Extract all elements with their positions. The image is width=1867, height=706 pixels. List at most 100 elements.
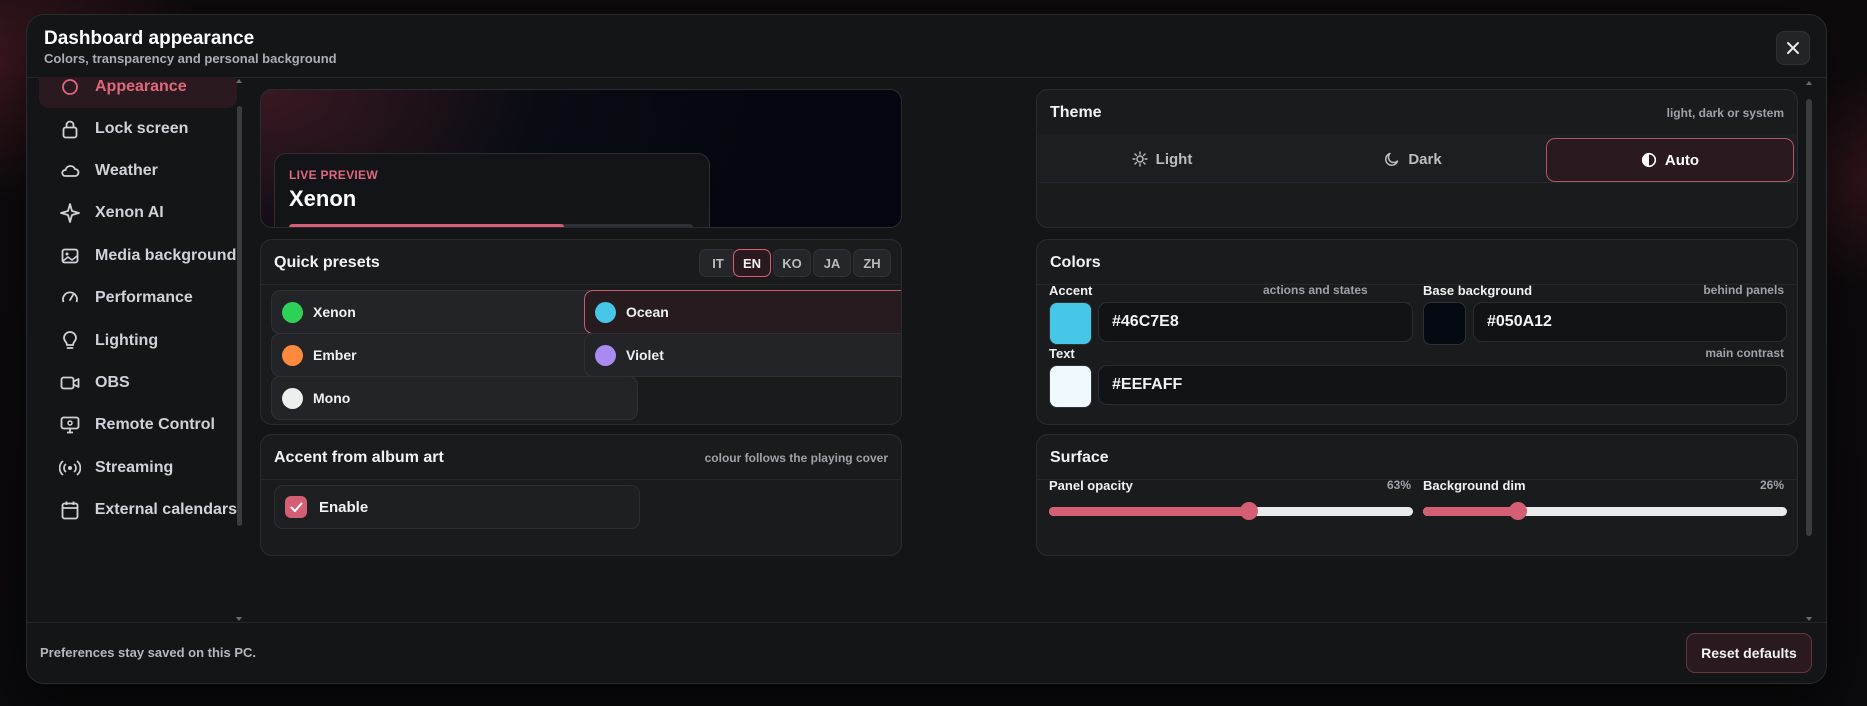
text-color-hex-input[interactable]: #EEFAFF bbox=[1098, 365, 1787, 405]
live-preview-progress bbox=[289, 224, 693, 227]
base-background-label: Base background bbox=[1423, 283, 1533, 298]
accent-hex-input[interactable]: #46C7E8 bbox=[1098, 302, 1413, 342]
sidebar-item-xenon-ai[interactable]: Xenon AI bbox=[39, 192, 237, 234]
theme-dark-button[interactable]: Dark bbox=[1290, 138, 1536, 180]
checkbox-checked[interactable] bbox=[285, 496, 307, 518]
reset-defaults-button[interactable]: Reset defaults bbox=[1686, 633, 1812, 673]
sidebar-item-external-calendars[interactable]: External calendars bbox=[39, 489, 237, 531]
album-accent-header: Accent from album art colour follows the… bbox=[261, 435, 901, 480]
gauge-icon bbox=[59, 287, 81, 309]
theme-header: Theme light, dark or system bbox=[1037, 90, 1797, 134]
sidebar-scroll-up-arrow[interactable] bbox=[236, 79, 242, 83]
surface-card: Surface Panel opacity 63% Background dim… bbox=[1036, 434, 1798, 556]
slider-thumb[interactable] bbox=[1240, 502, 1259, 520]
theme-auto-button[interactable]: Auto bbox=[1546, 138, 1794, 182]
monitor-icon bbox=[59, 414, 81, 436]
dialog-header: Dashboard appearance Colors, transparenc… bbox=[27, 15, 1826, 78]
image-icon bbox=[59, 245, 81, 267]
preset-label: Ocean bbox=[626, 304, 669, 320]
preset-violet[interactable]: Violet bbox=[584, 333, 901, 377]
enable-label: Enable bbox=[319, 498, 369, 516]
palette-icon bbox=[59, 77, 81, 98]
theme-hint: light, dark or system bbox=[1666, 106, 1784, 120]
lang-zh-button[interactable]: ZH bbox=[853, 249, 891, 277]
sparkle-icon bbox=[59, 202, 81, 224]
sidebar-item-appearance[interactable]: Appearance bbox=[39, 77, 237, 108]
main-scroll-up-arrow[interactable] bbox=[1806, 81, 1812, 85]
live-preview-card: LIVE PREVIEW Xenon bbox=[260, 89, 902, 228]
theme-card: Theme light, dark or system Light Dark A… bbox=[1036, 89, 1798, 228]
text-color-swatch[interactable] bbox=[1049, 365, 1092, 408]
main-scrollbar[interactable] bbox=[1806, 99, 1812, 536]
sidebar-item-label: Xenon AI bbox=[95, 204, 164, 221]
close-icon bbox=[1787, 42, 1799, 54]
sidebar-item-lighting[interactable]: Lighting bbox=[39, 320, 237, 362]
preset-label: Ember bbox=[313, 347, 357, 363]
preset-label: Violet bbox=[626, 347, 664, 363]
theme-light-button[interactable]: Light bbox=[1039, 138, 1285, 180]
lang-en-button[interactable]: EN bbox=[733, 249, 771, 277]
album-accent-enable-toggle[interactable]: Enable bbox=[274, 485, 640, 529]
colors-title: Colors bbox=[1050, 254, 1101, 271]
base-background-hex-input[interactable]: #050A12 bbox=[1473, 302, 1787, 342]
main-scroll-down-arrow[interactable] bbox=[1806, 617, 1812, 621]
footer-note: Preferences stay saved on this PC. bbox=[40, 645, 257, 660]
sidebar-item-remote-control[interactable]: Remote Control bbox=[39, 404, 237, 446]
sidebar-item-label: Appearance bbox=[95, 78, 187, 95]
live-preview-progress-fill bbox=[289, 224, 564, 227]
slider-thumb[interactable] bbox=[1508, 502, 1527, 520]
sidebar-item-label: Lock screen bbox=[95, 120, 189, 137]
theme-light-label: Light bbox=[1155, 150, 1193, 168]
colors-card: Colors Accent actions and states #46C7E8… bbox=[1036, 239, 1798, 425]
slider-fill bbox=[1423, 507, 1518, 516]
close-button[interactable] bbox=[1776, 31, 1810, 65]
calendar-icon bbox=[59, 499, 81, 521]
sidebar-item-label: Weather bbox=[95, 162, 158, 179]
sidebar-item-streaming[interactable]: Streaming bbox=[39, 447, 237, 489]
panel-opacity-slider[interactable] bbox=[1049, 502, 1413, 520]
cloud-icon bbox=[59, 160, 81, 182]
sidebar-item-label: Remote Control bbox=[95, 416, 215, 433]
panel-opacity-value: 63% bbox=[1387, 478, 1412, 492]
preset-mono[interactable]: Mono bbox=[271, 376, 638, 420]
album-accent-title: Accent from album art bbox=[274, 449, 444, 466]
preset-color-dot bbox=[282, 387, 303, 409]
theme-dark-label: Dark bbox=[1408, 150, 1442, 168]
base-background-hint: behind panels bbox=[1703, 283, 1784, 297]
preset-ember[interactable]: Ember bbox=[271, 333, 638, 377]
sidebar-item-label: Media background bbox=[95, 247, 237, 264]
theme-segmented-control: Light Dark Auto bbox=[1038, 134, 1796, 183]
settings-sidebar: Appearance Lock screen Weather Xenon AI … bbox=[39, 77, 245, 623]
dialog-footer: Preferences stay saved on this PC. Reset… bbox=[27, 622, 1826, 683]
check-icon bbox=[290, 502, 302, 512]
preset-xenon[interactable]: Xenon bbox=[271, 290, 638, 334]
preset-ocean[interactable]: Ocean bbox=[584, 290, 901, 334]
sidebar-item-lock-screen[interactable]: Lock screen bbox=[39, 108, 237, 150]
moon-icon bbox=[1385, 152, 1399, 166]
dialog-title: Dashboard appearance bbox=[44, 28, 255, 49]
lock-icon bbox=[59, 118, 81, 140]
sidebar-scrollbar[interactable] bbox=[237, 106, 242, 526]
preset-color-dot bbox=[595, 344, 616, 366]
sidebar-item-performance[interactable]: Performance bbox=[39, 277, 237, 319]
sidebar-item-media-background[interactable]: Media background bbox=[39, 235, 237, 277]
sidebar-item-obs[interactable]: OBS bbox=[39, 362, 237, 404]
album-accent-card: Accent from album art colour follows the… bbox=[260, 434, 902, 556]
sidebar-scroll-down-arrow[interactable] bbox=[236, 617, 242, 621]
sidebar-item-weather[interactable]: Weather bbox=[39, 150, 237, 192]
lang-it-button[interactable]: IT bbox=[699, 249, 737, 277]
base-background-color-swatch[interactable] bbox=[1423, 302, 1466, 345]
half-circle-icon bbox=[1641, 152, 1657, 168]
lang-ja-button[interactable]: JA bbox=[813, 249, 851, 277]
accent-color-swatch[interactable] bbox=[1049, 302, 1092, 345]
sidebar-item-label: Streaming bbox=[95, 459, 174, 476]
live-preview-box: LIVE PREVIEW Xenon bbox=[274, 153, 710, 227]
panel-opacity-label: Panel opacity bbox=[1049, 478, 1133, 493]
sidebar-item-label: Performance bbox=[95, 289, 193, 306]
sidebar-item-label: OBS bbox=[95, 374, 130, 391]
background-dim-slider[interactable] bbox=[1423, 502, 1787, 520]
slider-fill bbox=[1049, 507, 1250, 516]
surface-title: Surface bbox=[1050, 449, 1109, 466]
quick-presets-card: Quick presets IT EN KO JA ZH Xenon Ocean… bbox=[260, 239, 902, 425]
lang-ko-button[interactable]: KO bbox=[773, 249, 811, 277]
